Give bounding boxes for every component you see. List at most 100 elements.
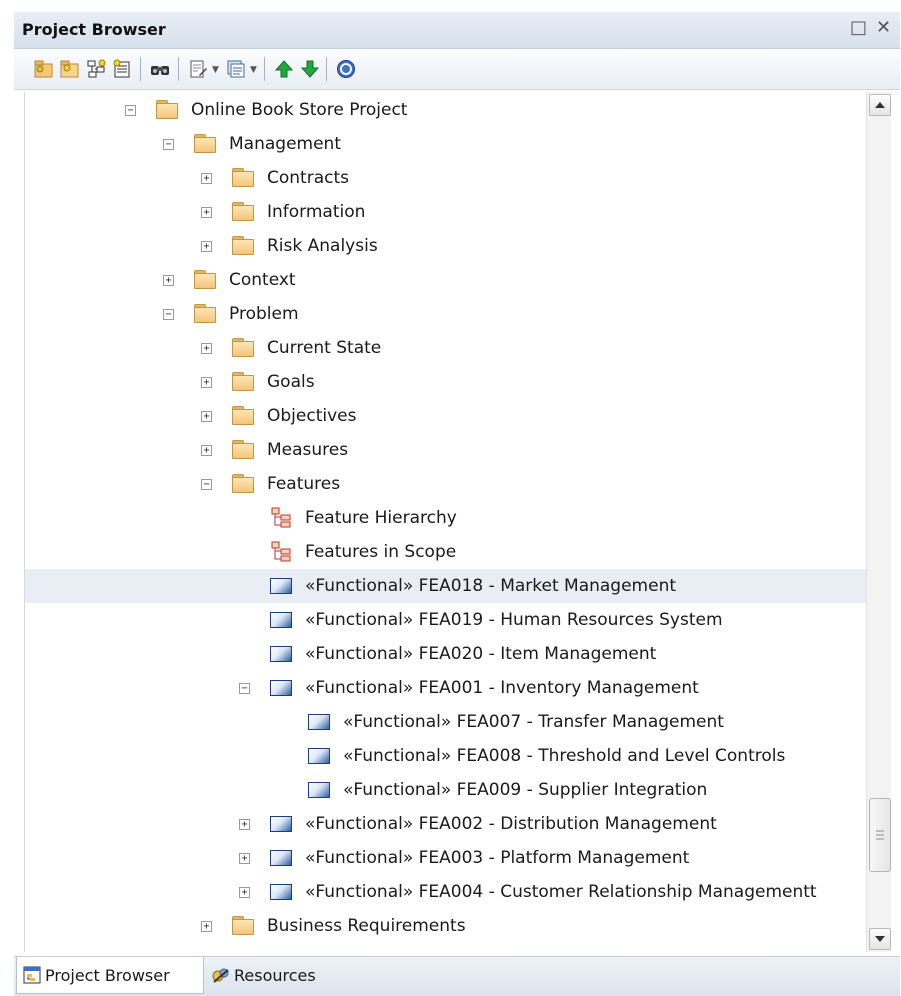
tree-row[interactable]: + «Functional» FEA002 - Distribution Mana… bbox=[25, 807, 867, 841]
tree-row[interactable]: Feature Hierarchy bbox=[25, 501, 867, 535]
folder-icon bbox=[232, 236, 254, 255]
requirement-element-icon bbox=[270, 646, 292, 662]
tab-resources[interactable]: Resources bbox=[206, 957, 336, 993]
title-bar: Project Browser □ ✕ bbox=[14, 12, 900, 49]
tree-item-label: «Functional» FEA001 - Inventory Manageme… bbox=[305, 678, 699, 698]
resources-icon bbox=[212, 968, 229, 983]
collapse-icon[interactable]: − bbox=[239, 683, 250, 694]
tree-item-label: Features in Scope bbox=[305, 542, 457, 562]
expand-icon[interactable]: + bbox=[201, 921, 212, 932]
expand-icon[interactable]: + bbox=[201, 343, 212, 354]
tree-item-label: Objectives bbox=[267, 406, 357, 426]
tree-item-label: Contracts bbox=[267, 168, 349, 188]
move-down-icon[interactable] bbox=[300, 59, 320, 79]
new-view-icon[interactable] bbox=[60, 59, 80, 79]
tab-project-browser[interactable]: Project Browser bbox=[16, 957, 204, 994]
edit-icon[interactable] bbox=[188, 59, 208, 79]
requirement-element-icon bbox=[270, 884, 292, 900]
options-icon[interactable] bbox=[226, 59, 246, 79]
folder-icon bbox=[194, 134, 216, 153]
tree-row[interactable]: + Information bbox=[25, 195, 867, 229]
tree-item-label: «Functional» FEA003 - Platform Managemen… bbox=[305, 848, 690, 868]
collapse-icon[interactable]: − bbox=[163, 139, 174, 150]
expand-icon[interactable]: + bbox=[201, 241, 212, 252]
requirement-element-icon bbox=[308, 748, 330, 764]
tree-row[interactable]: + Contracts bbox=[25, 161, 867, 195]
tree-row[interactable]: + «Functional» FEA004 - Customer Relation… bbox=[25, 875, 867, 909]
tree-item-label: «Functional» FEA002 - Distribution Manag… bbox=[305, 814, 717, 834]
tree-row[interactable]: + Business Requirements bbox=[25, 909, 867, 943]
scroll-down-button[interactable] bbox=[869, 928, 891, 950]
tree-row[interactable]: Features in Scope bbox=[25, 535, 867, 569]
close-button[interactable]: ✕ bbox=[876, 18, 891, 38]
project-tree[interactable]: − Online Book Store Project − Management + Co… bbox=[24, 92, 867, 952]
folder-icon bbox=[232, 474, 254, 493]
tree-row[interactable]: − Online Book Store Project bbox=[25, 93, 867, 127]
tree-row[interactable]: − «Functional» FEA001 - Inventory Managem… bbox=[25, 671, 867, 705]
tree-row[interactable]: «Functional» FEA019 - Human Resources Sy… bbox=[25, 603, 867, 637]
expand-icon[interactable]: + bbox=[239, 887, 250, 898]
expand-icon[interactable]: + bbox=[201, 377, 212, 388]
expand-icon[interactable]: + bbox=[239, 853, 250, 864]
scroll-thumb[interactable] bbox=[869, 798, 891, 872]
help-icon[interactable] bbox=[336, 59, 356, 79]
arrow-down-icon bbox=[875, 936, 885, 942]
tree-row[interactable]: − Management bbox=[25, 127, 867, 161]
folder-icon bbox=[194, 304, 216, 323]
tree-row[interactable]: «Functional» FEA020 - Item Management bbox=[25, 637, 867, 671]
tree-item-label: Business Requirements bbox=[267, 916, 466, 936]
tab-label: Project Browser bbox=[45, 965, 170, 985]
folder-icon bbox=[232, 372, 254, 391]
tree-item-label: Information bbox=[267, 202, 366, 222]
edit-dropdown-icon[interactable]: ▼ bbox=[212, 65, 219, 75]
tree-row[interactable]: «Functional» FEA018 - Market Management bbox=[25, 569, 867, 603]
scroll-up-button[interactable] bbox=[869, 94, 891, 116]
folder-icon bbox=[156, 100, 178, 119]
collapse-icon[interactable]: − bbox=[201, 479, 212, 490]
requirement-element-icon bbox=[270, 680, 292, 696]
expand-icon[interactable]: + bbox=[201, 445, 212, 456]
tree-row[interactable]: «Functional» FEA009 - Supplier Integrati… bbox=[25, 773, 867, 807]
folder-icon bbox=[232, 440, 254, 459]
grip-icon bbox=[876, 830, 884, 840]
tree-row[interactable]: − Features bbox=[25, 467, 867, 501]
folder-icon bbox=[232, 406, 254, 425]
toolbar-separator bbox=[140, 57, 141, 81]
new-package-icon[interactable] bbox=[34, 59, 54, 79]
tree-row[interactable]: + Risk Analysis bbox=[25, 229, 867, 263]
folder-icon bbox=[232, 202, 254, 221]
collapse-icon[interactable]: − bbox=[125, 105, 136, 116]
expand-icon[interactable]: + bbox=[201, 411, 212, 422]
requirement-element-icon bbox=[270, 578, 292, 594]
tree-item-label: «Functional» FEA020 - Item Management bbox=[305, 644, 657, 664]
toolbar-separator bbox=[178, 57, 179, 81]
tree-row[interactable]: + «Functional» FEA003 - Platform Manageme… bbox=[25, 841, 867, 875]
maximize-button[interactable]: □ bbox=[850, 18, 867, 38]
tree-row[interactable]: «Functional» FEA008 - Threshold and Leve… bbox=[25, 739, 867, 773]
expand-icon[interactable]: + bbox=[201, 173, 212, 184]
new-diagram-icon[interactable] bbox=[86, 59, 106, 79]
expand-icon[interactable]: + bbox=[239, 819, 250, 830]
collapse-icon[interactable]: − bbox=[163, 309, 174, 320]
move-up-icon[interactable] bbox=[274, 59, 294, 79]
tree-row[interactable]: + Objectives bbox=[25, 399, 867, 433]
project-browser-icon bbox=[23, 966, 41, 984]
new-element-icon[interactable] bbox=[112, 59, 132, 79]
diagram-icon bbox=[271, 507, 291, 528]
tree-row[interactable]: + Current State bbox=[25, 331, 867, 365]
expand-icon[interactable]: + bbox=[163, 275, 174, 286]
options-dropdown-icon[interactable]: ▼ bbox=[250, 65, 257, 75]
tree-item-label: «Functional» FEA019 - Human Resources Sy… bbox=[305, 610, 723, 630]
vertical-scrollbar[interactable] bbox=[866, 92, 891, 952]
tree-row[interactable]: + Goals bbox=[25, 365, 867, 399]
tree-row[interactable]: − Problem bbox=[25, 297, 867, 331]
requirement-element-icon bbox=[270, 816, 292, 832]
toolbar-separator bbox=[326, 57, 327, 81]
tree-item-label: Feature Hierarchy bbox=[305, 508, 457, 528]
expand-icon[interactable]: + bbox=[201, 207, 212, 218]
tree-row[interactable]: + Measures bbox=[25, 433, 867, 467]
find-icon[interactable] bbox=[150, 59, 170, 79]
tree-row[interactable]: + Context bbox=[25, 263, 867, 297]
tree-item-label: «Functional» FEA004 - Customer Relations… bbox=[305, 882, 817, 902]
tree-row[interactable]: «Functional» FEA007 - Transfer Managemen… bbox=[25, 705, 867, 739]
